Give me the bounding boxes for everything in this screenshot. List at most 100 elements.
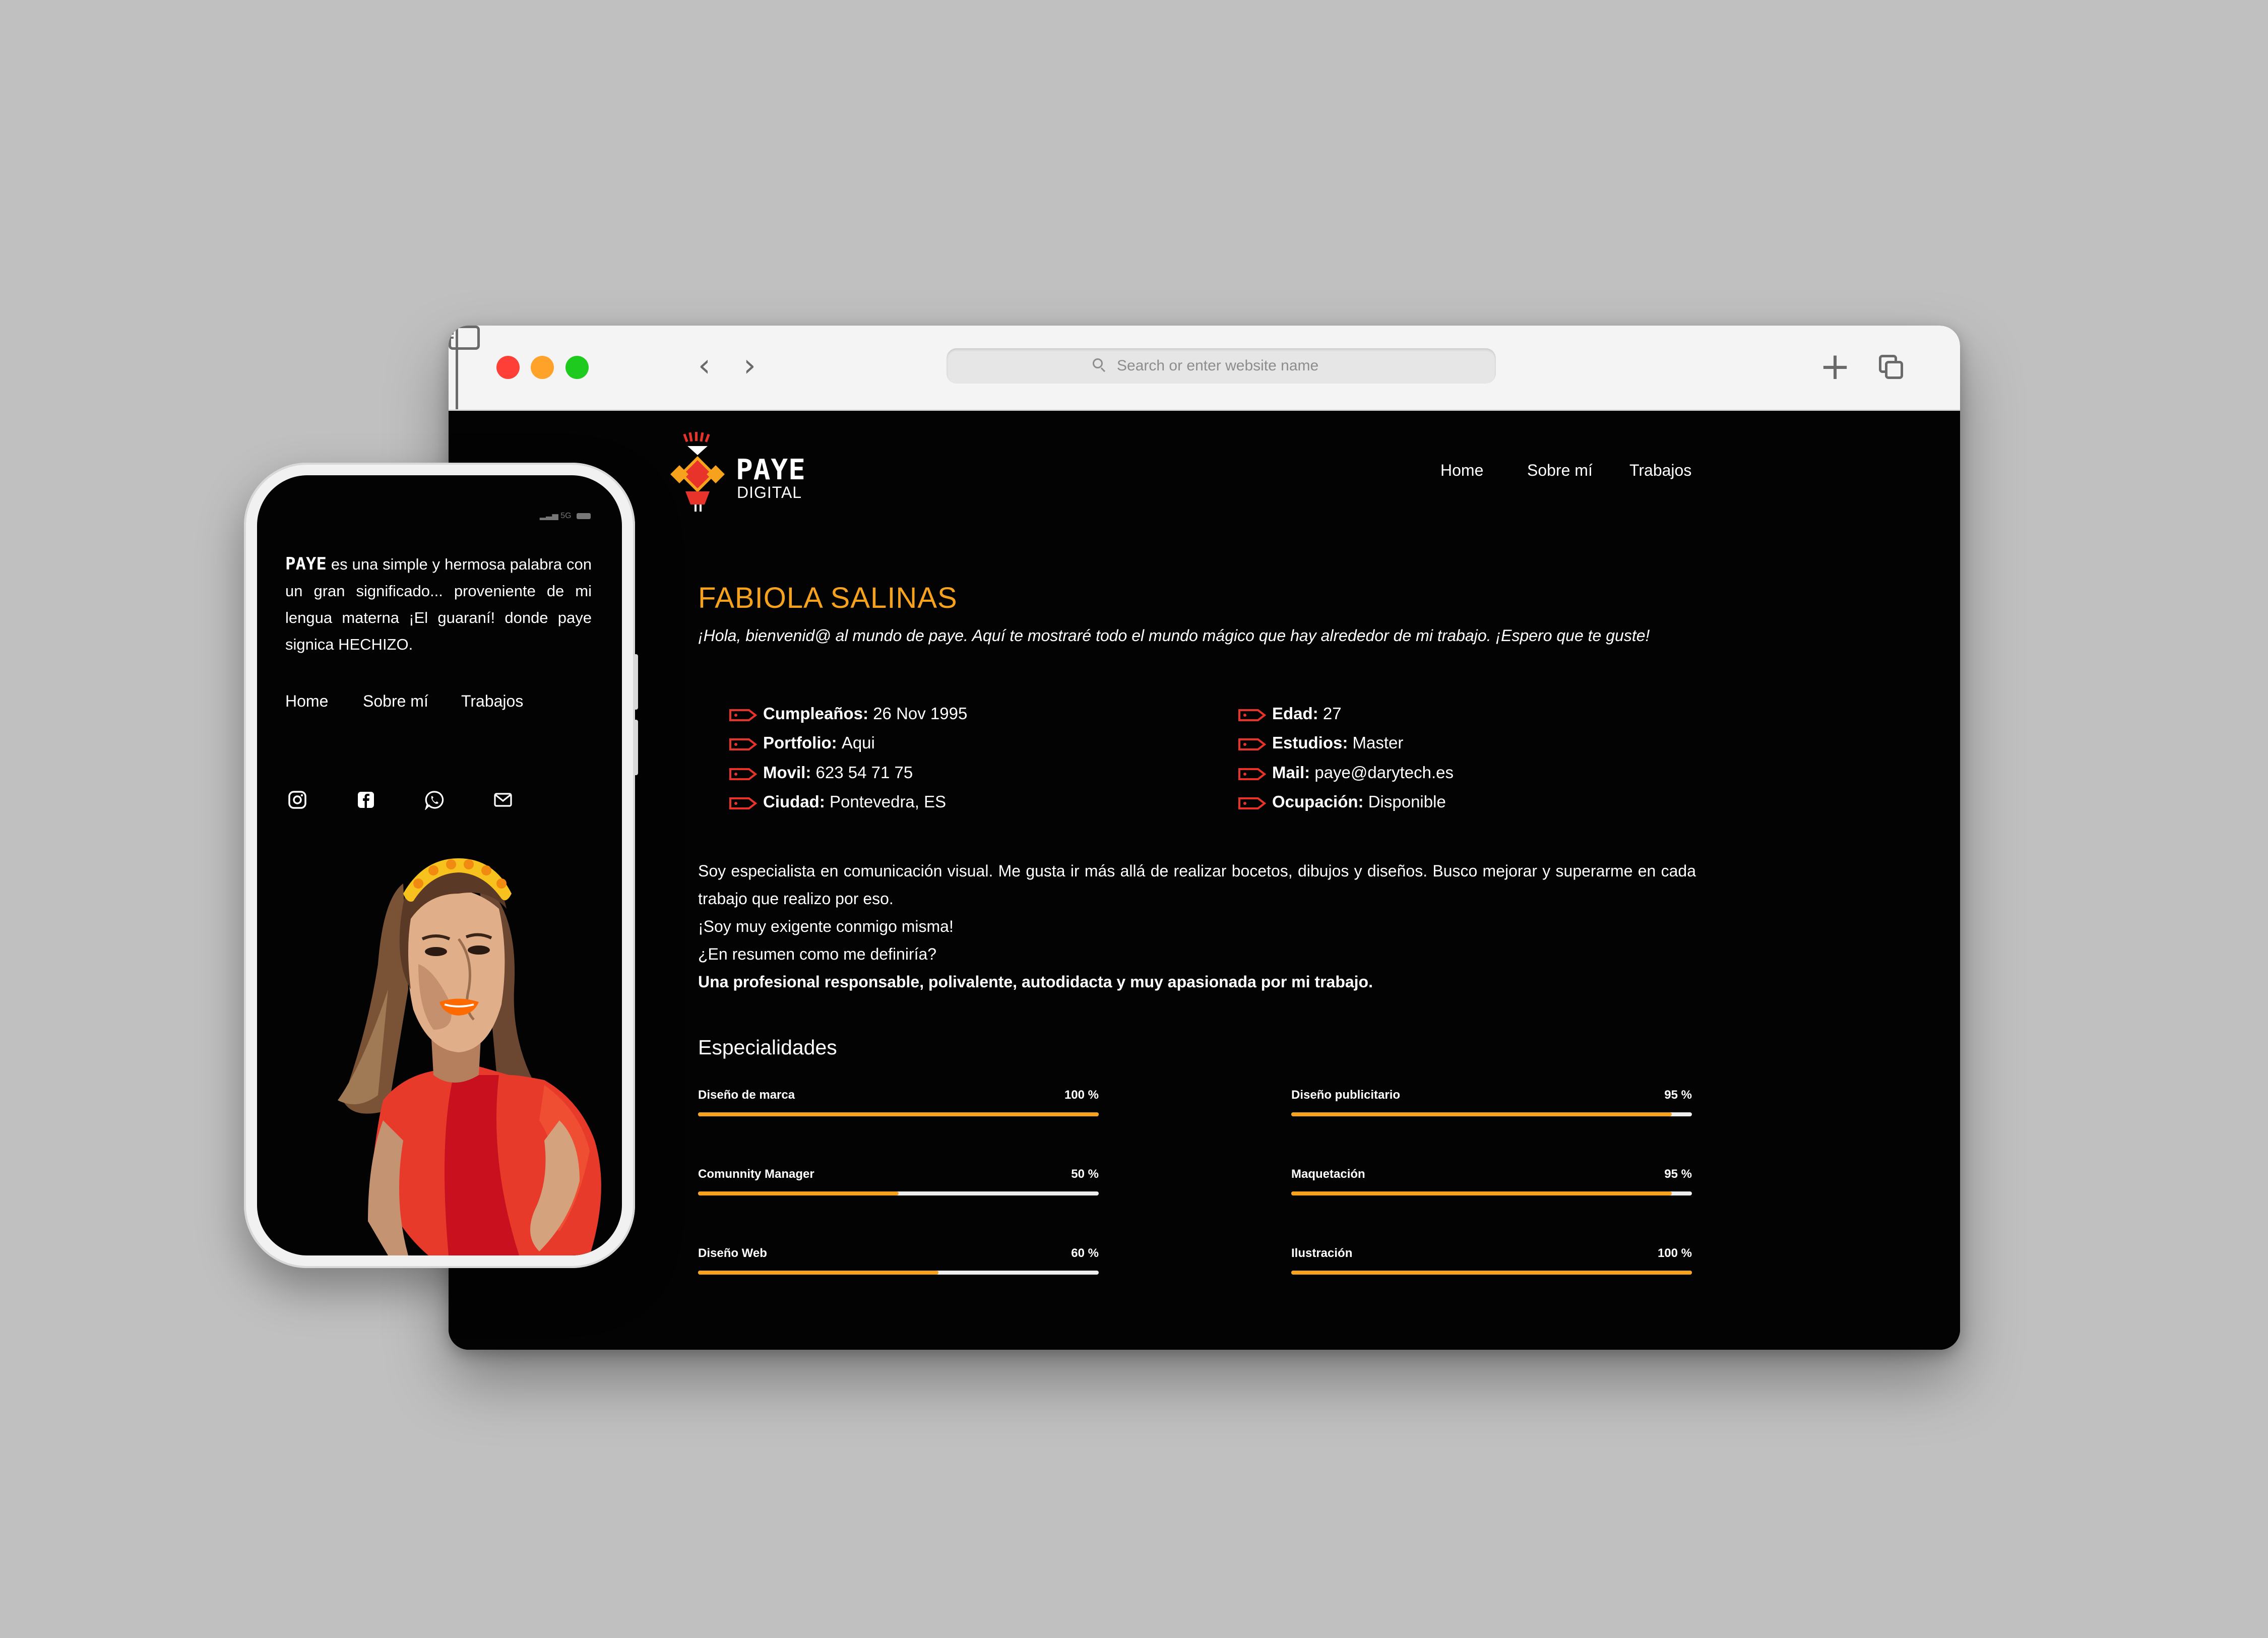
portrait-illustration	[307, 858, 610, 1255]
skill-name: Diseño de marca	[698, 1088, 795, 1102]
info-label: Cumpleaños:	[763, 704, 869, 723]
info-value: Disponible	[1368, 792, 1446, 811]
tag-icon	[729, 768, 757, 780]
maximize-window-button[interactable]	[565, 356, 589, 379]
tab-overview-icon[interactable]	[1879, 355, 1903, 379]
mobile-nav-sobre-mi[interactable]: Sobre mí	[363, 692, 428, 711]
phone-side-button	[633, 654, 638, 710]
nav-trabajos[interactable]: Trabajos	[1629, 461, 1691, 480]
skill-percent: 100 %	[1657, 1246, 1692, 1260]
logo-mark-icon	[670, 432, 725, 512]
skill-name: Maquetación	[1291, 1167, 1365, 1181]
mobile-nav-home[interactable]: Home	[285, 692, 328, 711]
skill-maquetacion: Maquetación 95 %	[1291, 1167, 1692, 1198]
sidebar-toggle-icon[interactable]	[449, 326, 480, 350]
skill-track	[1291, 1271, 1692, 1275]
search-icon	[1093, 358, 1103, 368]
info-label: Edad:	[1272, 704, 1318, 723]
paye-digital-logo[interactable]: PAYE DIGITAL	[660, 431, 822, 517]
phone-side-button	[633, 720, 638, 775]
skill-fill	[1291, 1191, 1672, 1195]
phone-mockup: ▂▃▅ 5G PAYE es una simple y hermosa pala…	[244, 463, 638, 1268]
tag-icon	[729, 709, 757, 721]
signal-icon: ▂▃▅	[539, 512, 558, 520]
mail-icon[interactable]	[493, 790, 513, 810]
whatsapp-icon[interactable]	[424, 790, 445, 810]
info-label: Portfolio:	[763, 733, 837, 752]
skill-percent: 100 %	[1064, 1088, 1099, 1102]
skill-fill	[698, 1271, 938, 1275]
logo-subtitle: DIGITAL	[737, 483, 802, 501]
info-label: Ciudad:	[763, 792, 825, 811]
info-label: Estudios:	[1272, 733, 1348, 752]
skill-track	[698, 1271, 1099, 1275]
about-text: Soy especialista en comunicación visual.…	[698, 857, 1696, 996]
tag-icon	[1238, 738, 1266, 750]
phone-screen: ▂▃▅ 5G PAYE es una simple y hermosa pala…	[257, 475, 622, 1255]
tag-icon	[1238, 709, 1266, 721]
skill-fill	[698, 1191, 899, 1195]
minimize-window-button[interactable]	[531, 356, 554, 379]
battery-icon	[577, 513, 591, 519]
new-tab-plus-icon[interactable]: +	[1819, 348, 1851, 385]
skill-name: Comunnity Manager	[698, 1167, 814, 1181]
skill-ilustracion: Ilustración 100 %	[1291, 1246, 1692, 1277]
skill-diseno-publicitario: Diseño publicitario 95 %	[1291, 1088, 1692, 1118]
info-value: Master	[1352, 733, 1404, 752]
info-label: Ocupación:	[1272, 792, 1364, 811]
tag-icon	[729, 738, 757, 750]
forward-chevron-icon[interactable]: ›	[743, 350, 756, 381]
skill-name: Ilustración	[1291, 1246, 1353, 1260]
info-label: Mail:	[1272, 763, 1310, 782]
skill-percent: 50 %	[1071, 1167, 1099, 1181]
web-page: PAYE DIGITAL Home Sobre mí Trabajos FABI…	[449, 411, 1960, 1350]
skill-percent: 95 %	[1664, 1088, 1692, 1102]
skill-track	[1291, 1112, 1692, 1116]
skill-percent: 60 %	[1071, 1246, 1099, 1260]
info-value: 623 54 71 75	[815, 763, 913, 782]
about-paragraph: ¡Soy muy exigente conmigo misma!	[698, 917, 954, 935]
mobile-brand: PAYE	[285, 554, 327, 574]
facebook-icon[interactable]	[356, 790, 376, 810]
info-value: 27	[1322, 704, 1342, 723]
portfolio-link[interactable]: Aqui	[842, 733, 875, 752]
skill-name: Diseño Web	[698, 1246, 767, 1260]
about-paragraph: Soy especialista en comunicación visual.…	[698, 862, 1696, 908]
skill-diseno-de-marca: Diseño de marca 100 %	[698, 1088, 1099, 1118]
skill-community-manager: Comunnity Manager 50 %	[698, 1167, 1099, 1198]
about-paragraph: ¿En resumen como me definiría?	[698, 945, 937, 963]
intro-text: ¡Hola, bienvenid@ al mundo de paye. Aquí…	[698, 626, 1650, 645]
tag-icon	[1238, 768, 1266, 780]
tag-icon	[1238, 797, 1266, 809]
browser-toolbar: ‹ › Search or enter website name +	[449, 326, 1960, 411]
skill-track	[698, 1112, 1099, 1116]
skill-name: Diseño publicitario	[1291, 1088, 1401, 1102]
skill-fill	[1291, 1112, 1672, 1116]
close-window-button[interactable]	[496, 356, 520, 379]
nav-home[interactable]: Home	[1440, 461, 1483, 480]
skill-track	[1291, 1191, 1692, 1195]
network-label: 5G	[560, 512, 572, 520]
tag-icon	[729, 797, 757, 809]
address-placeholder: Search or enter website name	[1117, 357, 1319, 374]
mobile-nav-trabajos[interactable]: Trabajos	[461, 692, 523, 711]
skill-track	[698, 1191, 1099, 1195]
status-bar: ▂▃▅ 5G	[540, 511, 591, 521]
skill-diseno-web: Diseño Web 60 %	[698, 1246, 1099, 1277]
nav-sobre-mi[interactable]: Sobre mí	[1527, 461, 1593, 480]
skill-fill	[1291, 1271, 1692, 1275]
address-bar[interactable]: Search or enter website name	[947, 348, 1496, 384]
mobile-intro: PAYE es una simple y hermosa palabra con…	[285, 551, 592, 658]
specialties-title: Especialidades	[698, 1036, 837, 1059]
mobile-intro-text: es una simple y hermosa palabra con un g…	[285, 555, 592, 653]
info-label: Movil:	[763, 763, 811, 782]
instagram-icon[interactable]	[287, 790, 307, 810]
about-paragraph: Una profesional responsable, polivalente…	[698, 973, 1373, 991]
back-chevron-icon[interactable]: ‹	[698, 350, 711, 381]
page-title: FABIOLA SALINAS	[698, 582, 958, 614]
mail-link[interactable]: paye@darytech.es	[1314, 763, 1454, 782]
logo-word: PAYE	[736, 454, 806, 486]
info-value: Pontevedra, ES	[830, 792, 947, 811]
info-value: 26 Nov 1995	[873, 704, 968, 723]
browser-window: ‹ › Search or enter website name + PAYE …	[449, 326, 1960, 1350]
